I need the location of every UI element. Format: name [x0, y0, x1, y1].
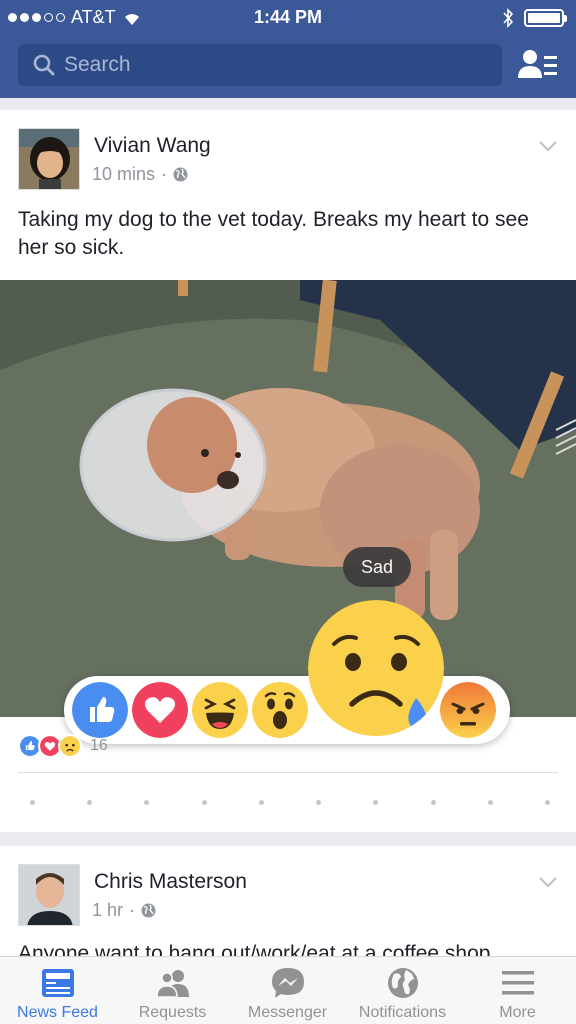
globe-icon [173, 167, 188, 182]
post-author[interactable]: Chris Masterson [94, 870, 247, 894]
post-text: Anyone want to hang out/work/eat at a co… [18, 942, 491, 956]
avatar-photo [19, 865, 79, 925]
separator-dot: · [161, 164, 168, 184]
post-text: Taking my dog to the vet today. Breaks m… [18, 208, 529, 259]
chevron-down-icon[interactable] [538, 876, 558, 888]
post-time[interactable]: 1 hr [92, 900, 123, 921]
tab-label: More [499, 1004, 536, 1021]
bottom-tab-bar: News Feed Requests Messenger Notificatio… [0, 956, 576, 1024]
feed-post: Vivian Wang 10 mins · Taking my dog to t… [0, 110, 576, 832]
tab-label: Notifications [358, 1004, 447, 1021]
feed-post: Chris Masterson 1 hr · Anyone want to ha… [0, 846, 576, 956]
avatar-photo [19, 129, 79, 189]
reaction-tooltip: Sad [343, 547, 411, 587]
globe-icon [141, 903, 156, 918]
sad-icon[interactable] [308, 600, 444, 736]
chevron-down-icon[interactable] [538, 140, 558, 152]
tab-more[interactable]: More [460, 957, 575, 1024]
news-feed-icon [41, 969, 74, 997]
notifications-icon [387, 968, 418, 998]
tab-requests[interactable]: Requests [115, 957, 230, 1024]
search-input[interactable]: Search [18, 44, 502, 86]
reaction-summary[interactable]: 16 [18, 734, 108, 758]
love-icon[interactable] [132, 682, 188, 738]
haha-icon[interactable] [192, 682, 248, 738]
avatar[interactable] [18, 128, 80, 190]
top-nav-bar: Search [0, 36, 576, 98]
tab-label: News Feed [17, 1004, 98, 1021]
bluetooth-icon [503, 8, 514, 28]
search-icon [33, 54, 55, 76]
tab-notifications[interactable]: Notifications [345, 957, 460, 1024]
friend-list-button[interactable] [518, 48, 558, 82]
status-bar: AT&T 1:44 PM [0, 0, 576, 36]
battery-icon [524, 9, 567, 27]
tab-label: Requests [138, 1004, 207, 1021]
messenger-icon [271, 968, 304, 998]
tab-news-feed[interactable]: News Feed [0, 957, 115, 1024]
tab-messenger[interactable]: Messenger [230, 957, 345, 1024]
more-icon [501, 971, 534, 995]
action-row-placeholder [30, 800, 550, 805]
like-icon[interactable] [72, 682, 128, 738]
post-author[interactable]: Vivian Wang [94, 134, 211, 158]
angry-icon[interactable] [440, 682, 496, 738]
dog-photo [0, 280, 576, 717]
avatar[interactable] [18, 864, 80, 926]
sad-mini-icon [58, 734, 82, 758]
search-placeholder: Search [64, 53, 131, 76]
separator-dot: · [129, 900, 136, 920]
reaction-picker [64, 676, 510, 744]
clock: 1:44 PM [253, 7, 323, 27]
divider [18, 772, 558, 773]
wow-icon[interactable] [252, 682, 308, 738]
requests-icon [155, 970, 189, 998]
post-photo[interactable] [0, 280, 576, 717]
reaction-count: 16 [90, 737, 108, 754]
tab-label: Messenger [247, 1004, 328, 1021]
post-time[interactable]: 10 mins [92, 164, 155, 185]
